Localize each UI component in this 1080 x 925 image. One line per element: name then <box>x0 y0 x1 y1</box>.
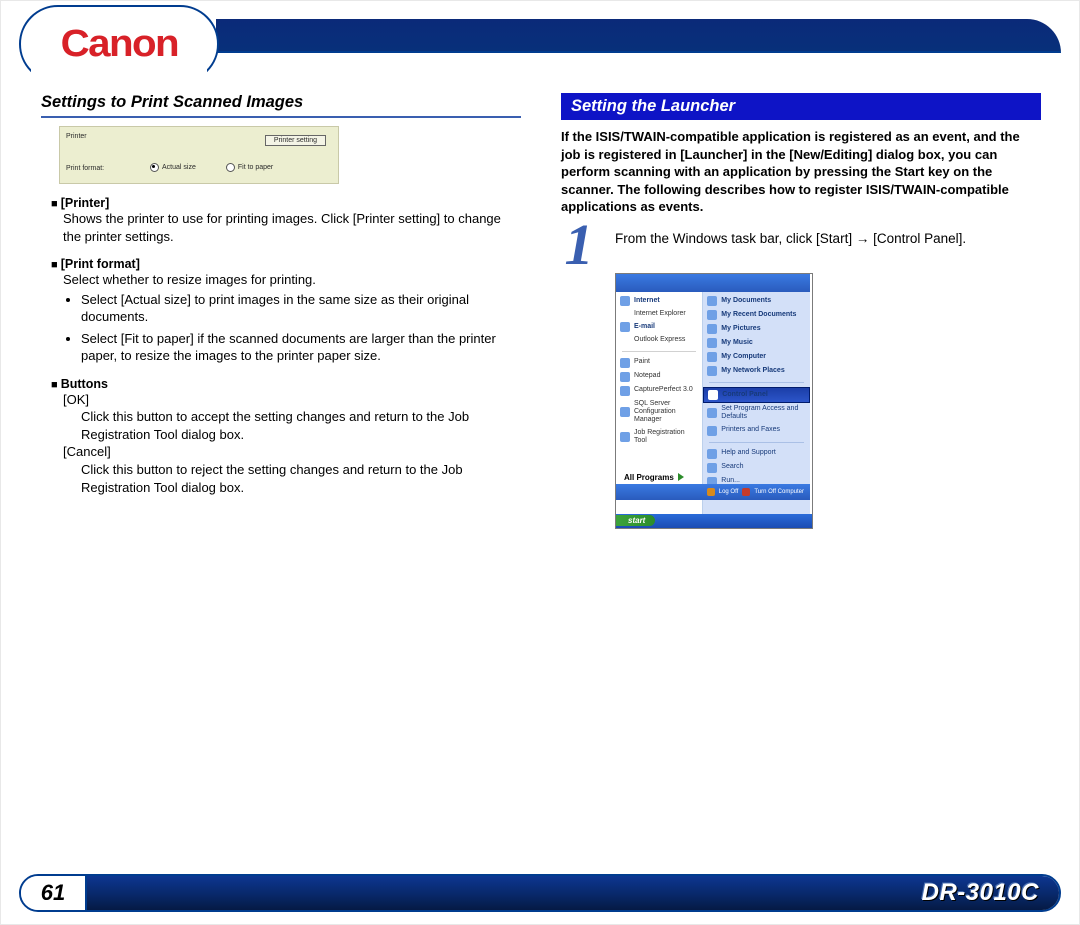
step-number: 1 <box>561 230 597 259</box>
xp-internet[interactable]: Internet <box>634 297 660 305</box>
xp-turnoff[interactable]: Turn Off Computer <box>754 489 804 495</box>
radio-dot-icon <box>226 163 235 172</box>
folder-icon <box>707 310 717 320</box>
brand-logo: Canon <box>60 23 177 66</box>
left-column: Settings to Print Scanned Images Printer… <box>41 93 521 529</box>
xp-setprog[interactable]: Set Program Access and Defaults <box>721 405 806 422</box>
footer-bar: 61 DR-3010C <box>19 874 1061 912</box>
bullet-actual-size: Select [Actual size] to print images in … <box>81 291 521 326</box>
step-text: From the Windows task bar, click [Start]… <box>615 230 966 248</box>
control-panel-icon <box>708 390 718 400</box>
label-printer: Printer <box>66 133 87 140</box>
xp-printers[interactable]: Printers and Faxes <box>721 426 780 434</box>
xp-myrecent[interactable]: My Recent Documents <box>721 311 796 319</box>
xp-jobreg[interactable]: Job Registration Tool <box>634 429 698 446</box>
subhead-buttons: Buttons <box>51 377 521 391</box>
sql-icon <box>620 407 630 417</box>
body-printer: Shows the printer to use for printing im… <box>63 210 521 245</box>
xp-internet-sub: Internet Explorer <box>616 308 702 320</box>
top-band: Canon <box>1 1 1079 59</box>
body-print-format-lead: Select whether to resize images for prin… <box>63 271 521 289</box>
xp-logoff[interactable]: Log Off <box>719 489 739 495</box>
section-heading-left: Settings to Print Scanned Images <box>41 93 521 118</box>
xp-all-programs[interactable]: All Programs <box>624 473 684 482</box>
jobreg-icon <box>620 432 630 442</box>
xp-capture[interactable]: CapturePerfect 3.0 <box>634 386 693 394</box>
printer-options-panel: Printer Printer setting Print format: Ac… <box>59 126 339 184</box>
xp-sql[interactable]: SQL Server Configuration Manager <box>634 400 698 425</box>
chevron-right-icon <box>678 473 684 481</box>
xp-all-programs-label: All Programs <box>624 473 674 482</box>
step-row-1: 1 From the Windows task bar, click [Star… <box>561 230 1041 259</box>
xp-mymusic[interactable]: My Music <box>721 339 753 347</box>
ok-body: Click this button to accept the setting … <box>81 408 521 443</box>
xp-mydocs[interactable]: My Documents <box>721 297 771 305</box>
manual-page: Canon Settings to Print Scanned Images P… <box>0 0 1080 925</box>
internet-icon <box>620 296 630 306</box>
subhead-printer: [Printer] <box>51 196 521 210</box>
xp-footer-bar: Log Off Turn Off Computer <box>616 484 810 500</box>
radio-fit-to-paper[interactable]: Fit to paper <box>226 163 273 172</box>
paint-icon <box>620 358 630 368</box>
xp-start-menu-screenshot: Internet Internet Explorer E-mail Outloo… <box>615 273 813 529</box>
xp-help[interactable]: Help and Support <box>721 449 775 457</box>
xp-search[interactable]: Search <box>721 463 743 471</box>
xp-user-header <box>616 274 810 292</box>
radio-actual-label: Actual size <box>162 164 196 171</box>
help-icon <box>707 449 717 459</box>
xp-notepad[interactable]: Notepad <box>634 372 660 380</box>
radio-actual-size[interactable]: Actual size <box>150 163 196 172</box>
ok-label: [OK] <box>63 391 521 409</box>
model-label: DR-3010C <box>922 879 1039 907</box>
radio-fit-label: Fit to paper <box>238 164 273 171</box>
xp-control-panel[interactable]: Control Panel <box>722 391 768 399</box>
printer-setting-button[interactable]: Printer setting <box>265 135 326 146</box>
xp-taskbar: start <box>616 514 812 528</box>
computer-icon <box>707 352 717 362</box>
network-icon <box>707 366 717 376</box>
label-print-format: Print format: <box>66 165 104 172</box>
xp-mynet[interactable]: My Network Places <box>721 367 784 375</box>
page-number: 61 <box>21 876 85 910</box>
cancel-label: [Cancel] <box>63 443 521 461</box>
content-columns: Settings to Print Scanned Images Printer… <box>41 93 1041 529</box>
capture-icon <box>620 386 630 396</box>
top-rule <box>216 19 1061 53</box>
xp-left-column: Internet Internet Explorer E-mail Outloo… <box>616 274 703 514</box>
power-icon <box>742 488 750 496</box>
xp-mypics[interactable]: My Pictures <box>721 325 760 333</box>
radio-dot-icon <box>150 163 159 172</box>
folder-icon <box>707 324 717 334</box>
banner-setting-launcher: Setting the Launcher <box>561 93 1041 120</box>
xp-mycomp[interactable]: My Computer <box>721 353 766 361</box>
folder-icon <box>707 338 717 348</box>
bullet-fit-to-paper: Select [Fit to paper] if the scanned doc… <box>81 330 521 365</box>
email-icon <box>620 322 630 332</box>
printer-icon <box>707 426 717 436</box>
xp-email-sub: Outlook Express <box>616 334 702 346</box>
logoff-icon <box>707 488 715 496</box>
right-column: Setting the Launcher If the ISIS/TWAIN-c… <box>561 93 1041 529</box>
launcher-intro: If the ISIS/TWAIN-compatible application… <box>561 128 1041 216</box>
subhead-print-format: [Print format] <box>51 257 521 271</box>
print-format-bullets: Select [Actual size] to print images in … <box>81 291 521 365</box>
start-button[interactable]: start <box>616 515 655 526</box>
setprog-icon <box>707 408 717 418</box>
logo-tab: Canon <box>19 5 219 83</box>
folder-icon <box>707 296 717 306</box>
notepad-icon <box>620 372 630 382</box>
xp-paint[interactable]: Paint <box>634 358 650 366</box>
xp-email[interactable]: E-mail <box>634 323 655 331</box>
xp-right-column: My Documents My Recent Documents My Pict… <box>703 274 810 514</box>
cancel-body: Click this button to reject the setting … <box>81 461 521 496</box>
search-icon <box>707 463 717 473</box>
footer-fill: DR-3010C <box>85 876 1059 910</box>
print-format-radios: Actual size Fit to paper <box>150 163 273 172</box>
